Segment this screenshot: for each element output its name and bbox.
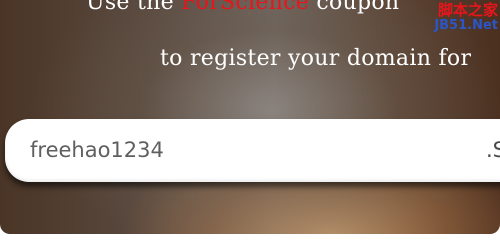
coupon-code: ForScience (181, 0, 310, 15)
promo-subtitle: to register your domain for (160, 46, 472, 71)
screenshot-stage: Use the ForScience coupon to register yo… (0, 0, 500, 240)
domain-input-value[interactable]: freehao1234 (30, 138, 164, 162)
watermark-line-2: JB51.Net (434, 18, 498, 33)
headline-suffix: coupon (316, 0, 400, 15)
promo-headline: Use the ForScience coupon (86, 0, 399, 15)
site-watermark-logo: 脚本之家 JB51.Net (418, 2, 498, 38)
watermark-line-1: 脚本之家 (437, 1, 498, 19)
domain-tld-suffix: .S (486, 138, 500, 162)
headline-prefix: Use the (86, 0, 174, 15)
